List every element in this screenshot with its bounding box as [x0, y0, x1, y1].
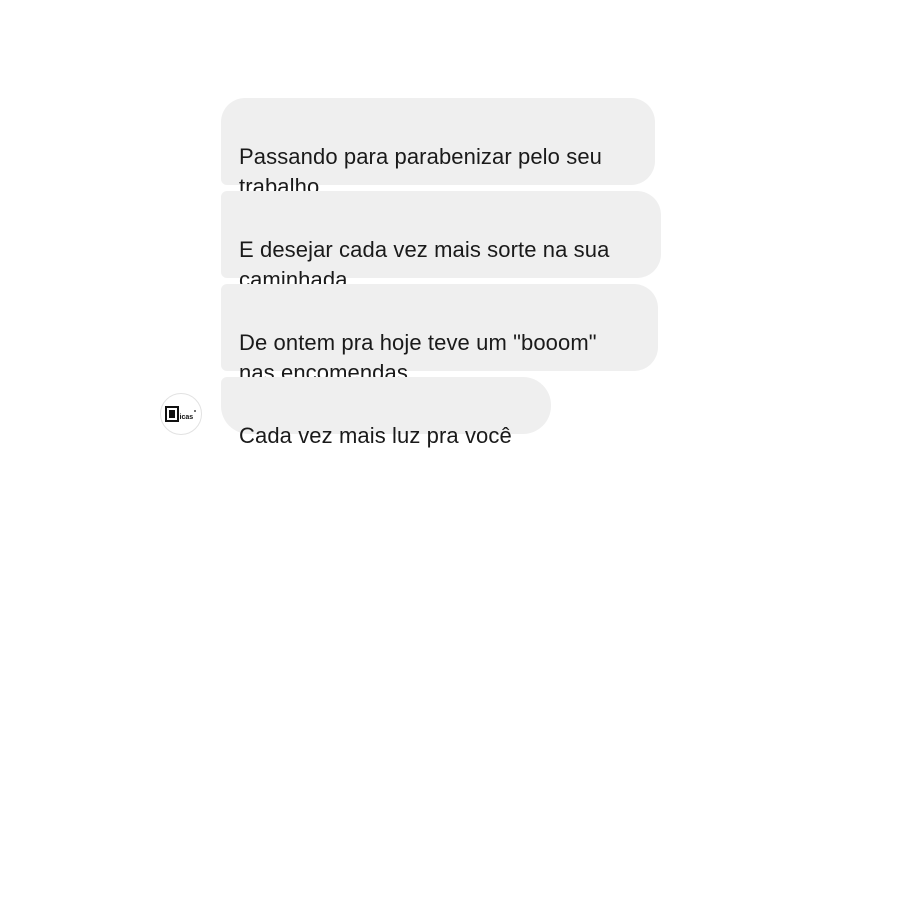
svg-text:icas: icas — [180, 414, 194, 421]
message-bubble[interactable]: Cada vez mais luz pra você — [221, 377, 551, 448]
message-thread: Passando para parabenizar pelo seu traba… — [0, 0, 920, 920]
message-bubble[interactable]: E desejar cada vez mais sorte na sua cam… — [221, 191, 661, 292]
sender-avatar[interactable]: icas — [160, 393, 202, 435]
message-bubble[interactable]: De ontem pra hoje teve um "booom" nas en… — [221, 284, 658, 385]
message-text: Cada vez mais luz pra você — [239, 423, 512, 448]
sender-logo-icon: icas — [165, 406, 196, 422]
message-bubble[interactable]: Passando para parabenizar pelo seu traba… — [221, 98, 655, 199]
